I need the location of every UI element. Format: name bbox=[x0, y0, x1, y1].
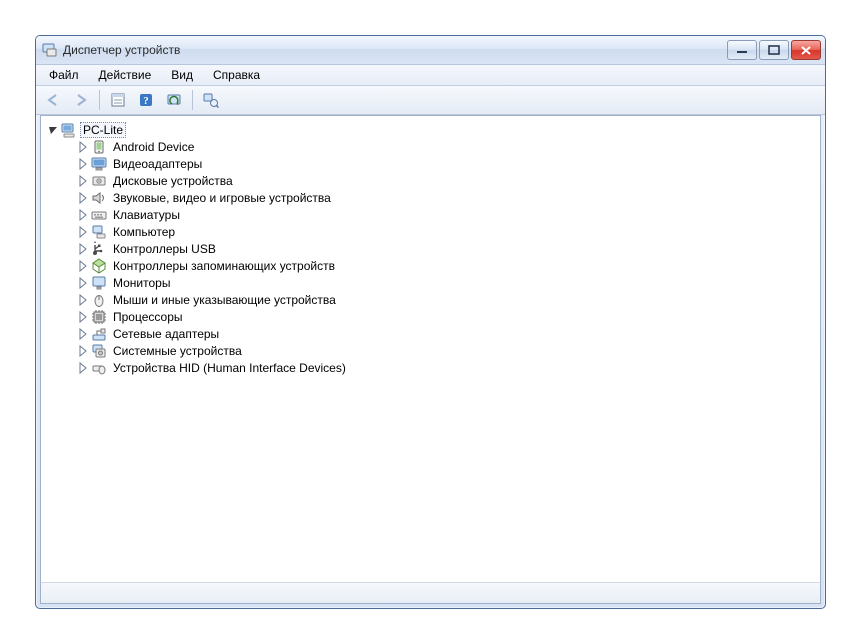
expander-expand-icon[interactable] bbox=[77, 141, 89, 153]
statusbar bbox=[40, 582, 821, 604]
toolbar-separator bbox=[99, 90, 100, 110]
network-icon bbox=[91, 326, 107, 342]
show-devices-button[interactable] bbox=[198, 88, 224, 112]
android-icon bbox=[91, 139, 107, 155]
monitor-icon bbox=[91, 275, 107, 291]
window-controls bbox=[727, 40, 821, 60]
tree-item-label: Дисковые устройства bbox=[110, 173, 236, 189]
hid-icon bbox=[91, 360, 107, 376]
minimize-button[interactable] bbox=[727, 40, 757, 60]
usb-icon bbox=[91, 241, 107, 257]
computer-icon bbox=[61, 122, 77, 138]
tree-item[interactable]: Контроллеры запоминающих устройств bbox=[77, 257, 820, 274]
disk-icon bbox=[91, 173, 107, 189]
help-button[interactable] bbox=[133, 88, 159, 112]
tree-item[interactable]: Дисковые устройства bbox=[77, 172, 820, 189]
tree-item[interactable]: Звуковые, видео и игровые устройства bbox=[77, 189, 820, 206]
tree-item[interactable]: Контроллеры USB bbox=[77, 240, 820, 257]
tree-item-label: Клавиатуры bbox=[110, 207, 183, 223]
keyboard-icon bbox=[91, 207, 107, 223]
app-icon bbox=[42, 42, 58, 58]
forward-button[interactable] bbox=[68, 88, 94, 112]
mouse-icon bbox=[91, 292, 107, 308]
device-manager-window: Диспетчер устройств Файл Действие Вид Сп… bbox=[35, 35, 826, 609]
tree-item-label: Мониторы bbox=[110, 275, 173, 291]
client-area: PC-Lite Android DeviceВидеоадаптерыДиско… bbox=[40, 115, 821, 582]
expander-expand-icon[interactable] bbox=[77, 362, 89, 374]
window-title: Диспетчер устройств bbox=[63, 43, 180, 57]
menu-action[interactable]: Действие bbox=[90, 66, 161, 84]
menu-view[interactable]: Вид bbox=[162, 66, 202, 84]
tree-item[interactable]: Системные устройства bbox=[77, 342, 820, 359]
expander-expand-icon[interactable] bbox=[77, 328, 89, 340]
sound-icon bbox=[91, 190, 107, 206]
tree-item-label: Звуковые, видео и игровые устройства bbox=[110, 190, 334, 206]
tree-item[interactable]: Компьютер bbox=[77, 223, 820, 240]
tree-item[interactable]: Процессоры bbox=[77, 308, 820, 325]
tree-item-label: Контроллеры запоминающих устройств bbox=[110, 258, 338, 274]
maximize-button[interactable] bbox=[759, 40, 789, 60]
tree-item-label: Сетевые адаптеры bbox=[110, 326, 222, 342]
properties-button[interactable] bbox=[105, 88, 131, 112]
expander-expand-icon[interactable] bbox=[77, 209, 89, 221]
tree-item-label: Системные устройства bbox=[110, 343, 245, 359]
tree-root-label: PC-Lite bbox=[80, 122, 126, 138]
expander-expand-icon[interactable] bbox=[77, 226, 89, 238]
back-button[interactable] bbox=[40, 88, 66, 112]
cpu-icon bbox=[91, 309, 107, 325]
tree-item[interactable]: Android Device bbox=[77, 138, 820, 155]
device-tree[interactable]: PC-Lite Android DeviceВидеоадаптерыДиско… bbox=[41, 119, 820, 378]
expander-expand-icon[interactable] bbox=[77, 311, 89, 323]
expander-collapse-icon[interactable] bbox=[47, 124, 59, 136]
computer-icon bbox=[91, 224, 107, 240]
tree-item[interactable]: Мониторы bbox=[77, 274, 820, 291]
menu-help[interactable]: Справка bbox=[204, 66, 269, 84]
menubar: Файл Действие Вид Справка bbox=[36, 65, 825, 86]
tree-item[interactable]: Устройства HID (Human Interface Devices) bbox=[77, 359, 820, 376]
expander-expand-icon[interactable] bbox=[77, 260, 89, 272]
tree-item[interactable]: Клавиатуры bbox=[77, 206, 820, 223]
expander-expand-icon[interactable] bbox=[77, 175, 89, 187]
expander-expand-icon[interactable] bbox=[77, 192, 89, 204]
tree-item-label: Процессоры bbox=[110, 309, 186, 325]
close-button[interactable] bbox=[791, 40, 821, 60]
tree-children: Android DeviceВидеоадаптерыДисковые устр… bbox=[47, 138, 820, 376]
menu-file[interactable]: Файл bbox=[40, 66, 88, 84]
tree-item[interactable]: Сетевые адаптеры bbox=[77, 325, 820, 342]
titlebar[interactable]: Диспетчер устройств bbox=[36, 36, 825, 65]
expander-expand-icon[interactable] bbox=[77, 243, 89, 255]
tree-item-label: Android Device bbox=[110, 139, 197, 155]
tree-item[interactable]: Видеоадаптеры bbox=[77, 155, 820, 172]
expander-expand-icon[interactable] bbox=[77, 277, 89, 289]
toolbar bbox=[36, 86, 825, 115]
tree-item-label: Мыши и иные указывающие устройства bbox=[110, 292, 339, 308]
expander-expand-icon[interactable] bbox=[77, 294, 89, 306]
tree-item-label: Компьютер bbox=[110, 224, 178, 240]
tree-root[interactable]: PC-Lite bbox=[47, 121, 820, 138]
tree-item-label: Видеоадаптеры bbox=[110, 156, 205, 172]
tree-item[interactable]: Мыши и иные указывающие устройства bbox=[77, 291, 820, 308]
scan-hardware-button[interactable] bbox=[161, 88, 187, 112]
display-icon bbox=[91, 156, 107, 172]
system-icon bbox=[91, 343, 107, 359]
storage-icon bbox=[91, 258, 107, 274]
expander-expand-icon[interactable] bbox=[77, 158, 89, 170]
toolbar-separator bbox=[192, 90, 193, 110]
expander-expand-icon[interactable] bbox=[77, 345, 89, 357]
tree-item-label: Устройства HID (Human Interface Devices) bbox=[110, 360, 349, 376]
tree-item-label: Контроллеры USB bbox=[110, 241, 219, 257]
